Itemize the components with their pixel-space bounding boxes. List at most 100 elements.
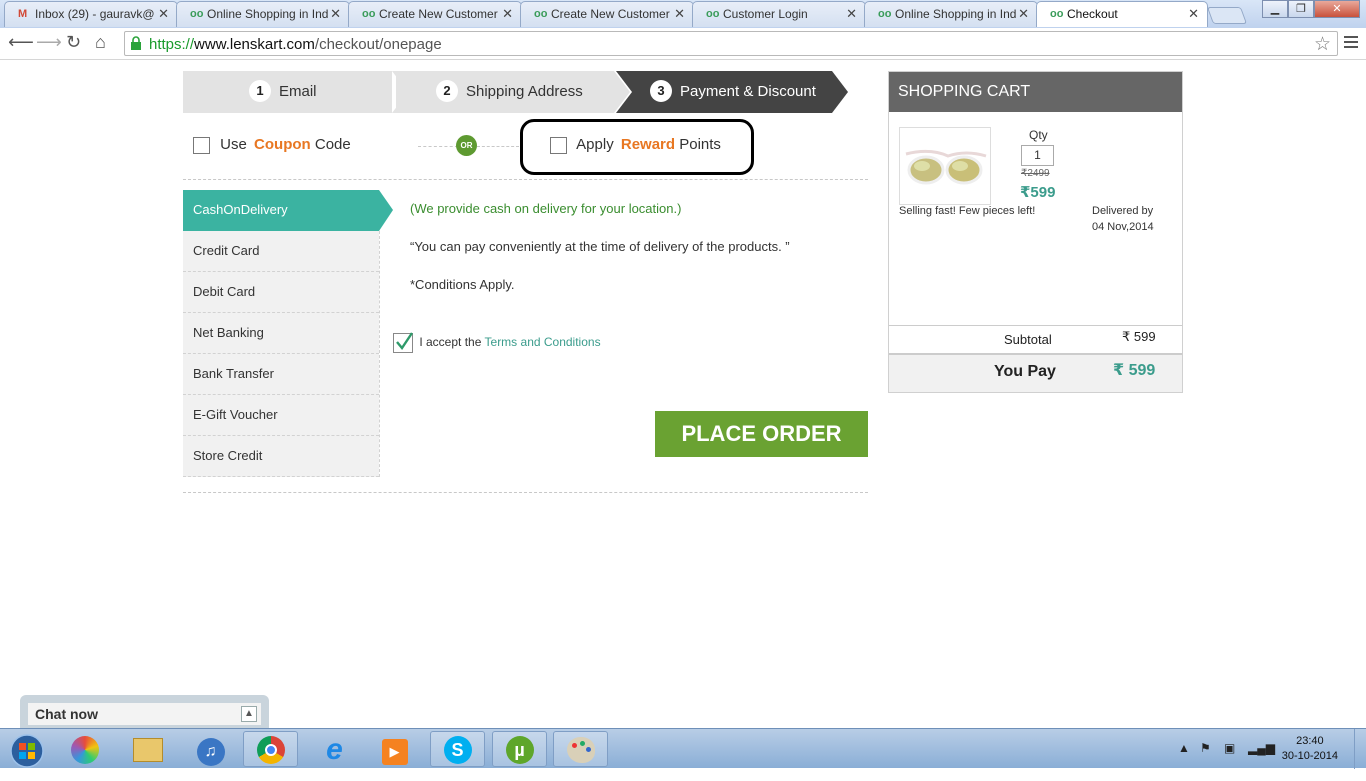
chat-bar[interactable]: Chat now ▲ xyxy=(28,703,261,725)
product-image[interactable] xyxy=(899,127,991,205)
stock-note: Selling fast! Few pieces left! xyxy=(899,205,1036,217)
menu-icon[interactable] xyxy=(1344,36,1358,51)
gmail-icon: M xyxy=(18,8,28,20)
chrome-icon[interactable] xyxy=(243,731,298,767)
you-pay-label: You Pay xyxy=(994,363,1056,380)
url-text: https://www.lenskart.com/checkout/onepag… xyxy=(149,36,442,53)
internet-explorer-icon[interactable]: e xyxy=(307,731,362,767)
close-icon[interactable]: ✕ xyxy=(158,6,169,22)
conditions-apply-text: *Conditions Apply. xyxy=(410,277,515,292)
show-hidden-icons[interactable]: ▲ xyxy=(1178,741,1190,755)
lenskart-icon: oo xyxy=(706,8,720,20)
step-label: Shipping Address xyxy=(466,83,583,100)
close-icon[interactable]: ✕ xyxy=(1188,6,1199,22)
lenskart-icon: oo xyxy=(190,8,204,20)
start-button[interactable] xyxy=(2,731,52,768)
sunglasses-icon xyxy=(905,149,987,185)
tab-create-customer-2[interactable]: oo Create New Customer ✕ xyxy=(520,1,694,27)
payment-method-net-banking[interactable]: Net Banking xyxy=(183,313,379,354)
step-shipping-address[interactable]: 2 Shipping Address xyxy=(392,71,630,113)
system-clock[interactable]: 23:40 30-10-2014 xyxy=(1282,734,1338,764)
tab-label: Create New Customer xyxy=(551,7,670,21)
delivery-date: 04 Nov,2014 xyxy=(1092,221,1154,233)
back-icon[interactable]: ⟵ xyxy=(8,32,34,53)
tab-label: Customer Login xyxy=(723,7,808,21)
terms-checkbox[interactable] xyxy=(393,332,413,353)
step-payment-discount[interactable]: 3 Payment & Discount xyxy=(616,71,848,113)
skype-icon[interactable]: S xyxy=(430,731,485,767)
chat-label: Chat now xyxy=(35,706,98,722)
window-close-button[interactable]: ✕ xyxy=(1314,0,1360,18)
tab-online-shopping[interactable]: oo Online Shopping in Ind ✕ xyxy=(176,1,350,27)
tab-label: Checkout xyxy=(1067,7,1118,21)
address-bar[interactable]: https://www.lenskart.com/checkout/onepag… xyxy=(124,31,1338,56)
tab-online-shopping-2[interactable]: oo Online Shopping in Ind ✕ xyxy=(864,1,1038,27)
minimize-button[interactable]: ▁ xyxy=(1262,0,1288,18)
network-icon[interactable]: ▂▄▆ xyxy=(1248,741,1275,755)
close-icon[interactable]: ✕ xyxy=(846,6,857,22)
use-coupon-option[interactable]: Use Coupon Code xyxy=(193,136,351,154)
checkout-page: 1 Email 2 Shipping Address 3 Payment & Disc… xyxy=(0,61,1366,728)
tab-checkout[interactable]: oo Checkout ✕ xyxy=(1036,1,1208,27)
step-number: 1 xyxy=(249,80,271,103)
browser-tab-strip: M Inbox (29) - gauravk@ ✕ oo Online Shop… xyxy=(0,0,1366,28)
payment-method-debit-card[interactable]: Debit Card xyxy=(183,272,379,313)
payment-method-cod[interactable]: CashOnDelivery xyxy=(183,190,393,231)
bookmark-star-icon[interactable]: ☆ xyxy=(1314,33,1331,56)
checkmark-icon xyxy=(396,332,413,351)
cod-note: (We provide cash on delivery for your lo… xyxy=(410,201,682,216)
chat-widget[interactable]: Chat now ▲ xyxy=(20,695,269,729)
windows-taskbar: ♫ e ▶ S µ ▲ ⚑ ▣ ▂▄▆ 23:40 30-10-2014 xyxy=(0,728,1366,769)
chevron-up-icon[interactable]: ▲ xyxy=(241,706,257,722)
media-player-icon[interactable]: ▶ xyxy=(367,731,422,767)
step-label: Payment & Discount xyxy=(680,83,816,100)
url-path: /checkout/onepage xyxy=(314,36,442,53)
tab-gmail-inbox[interactable]: M Inbox (29) - gauravk@ ✕ xyxy=(4,1,178,27)
terms-link[interactable]: Terms and Conditions xyxy=(485,335,601,349)
coupon-checkbox[interactable] xyxy=(193,136,210,154)
close-icon[interactable]: ✕ xyxy=(330,6,341,22)
tab-label: Inbox (29) - gauravk@ xyxy=(35,7,155,21)
device-icon[interactable]: ▣ xyxy=(1224,741,1235,755)
show-desktop-button[interactable] xyxy=(1354,729,1366,769)
terms-row: I accept the Terms and Conditions xyxy=(393,332,601,353)
payment-method-credit-card[interactable]: Credit Card xyxy=(183,231,379,272)
qty-input[interactable]: 1 xyxy=(1021,145,1054,166)
utorrent-icon[interactable]: µ xyxy=(492,731,547,767)
qty-label: Qty xyxy=(1029,128,1048,142)
you-pay-row: You Pay ₹ 599 xyxy=(889,353,1182,392)
place-order-button[interactable]: PLACE ORDER xyxy=(655,411,868,457)
action-center-flag-icon[interactable]: ⚑ xyxy=(1200,741,1211,755)
file-explorer-icon[interactable] xyxy=(120,731,175,767)
maximize-button[interactable]: ❐ xyxy=(1288,0,1314,18)
tab-create-customer[interactable]: oo Create New Customer ✕ xyxy=(348,1,522,27)
cart-title: SHOPPING CART xyxy=(889,72,1182,112)
payment-method-label: E-Gift Voucher xyxy=(193,407,278,422)
payment-method-label: CashOnDelivery xyxy=(193,202,288,217)
coupon-prefix: Use xyxy=(220,136,247,153)
payment-method-label: Store Credit xyxy=(193,448,263,463)
reload-icon[interactable]: ↻ xyxy=(66,32,81,53)
itunes-icon[interactable]: ♫ xyxy=(183,731,238,767)
payment-method-label: Bank Transfer xyxy=(193,366,274,381)
close-icon[interactable]: ✕ xyxy=(674,6,685,22)
lenskart-icon: oo xyxy=(362,8,376,20)
picasa-icon[interactable] xyxy=(57,731,112,767)
coupon-suffix: Code xyxy=(314,136,351,153)
step-label: Email xyxy=(279,83,317,100)
step-email[interactable]: 1 Email xyxy=(183,71,412,113)
tab-customer-login[interactable]: oo Customer Login ✕ xyxy=(692,1,866,27)
new-tab-button[interactable] xyxy=(1206,7,1248,24)
payment-method-e-gift-voucher[interactable]: E-Gift Voucher xyxy=(183,395,379,436)
forward-icon[interactable]: ⟶ xyxy=(36,32,62,53)
section-divider xyxy=(183,179,868,180)
terms-prefix: I accept the xyxy=(419,335,482,350)
home-icon[interactable]: ⌂ xyxy=(95,32,106,53)
close-icon[interactable]: ✕ xyxy=(502,6,513,22)
subtotal-value: ₹ 599 xyxy=(1122,329,1156,344)
payment-method-store-credit[interactable]: Store Credit xyxy=(183,436,379,477)
tab-label: Online Shopping in Ind xyxy=(895,7,1017,21)
paint-icon[interactable] xyxy=(553,731,608,767)
payment-method-bank-transfer[interactable]: Bank Transfer xyxy=(183,354,379,395)
close-icon[interactable]: ✕ xyxy=(1018,6,1029,22)
